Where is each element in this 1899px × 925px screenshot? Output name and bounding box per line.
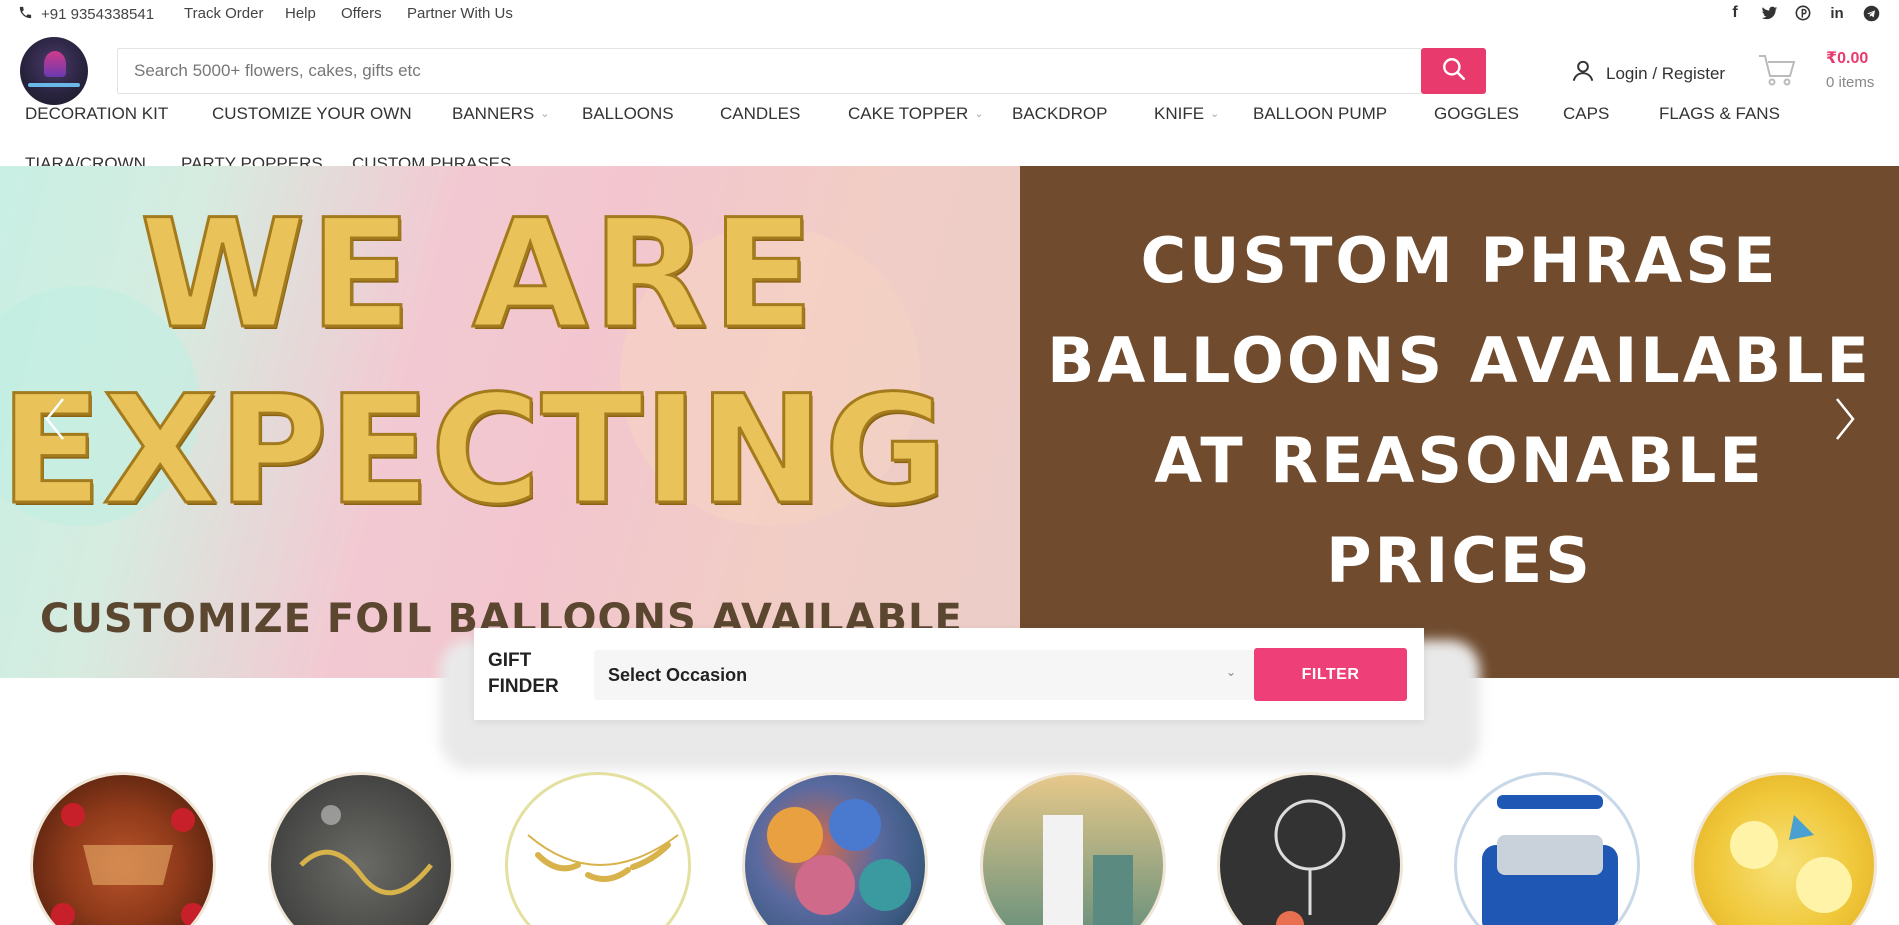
twitter-icon[interactable] [1759,3,1779,23]
login-label: Login / Register [1606,63,1726,83]
category-circle-backdrop[interactable] [1217,772,1403,925]
hero-right-line4: PRICES [1326,524,1593,597]
gift-finder: GIFT FINDER Select Occasion ⌄ FILTER [474,628,1424,720]
nav-item-backdrop[interactable]: BACKDROP [1012,104,1107,124]
hero-right-line1: CUSTOM PHRASE [1140,224,1779,297]
filter-button[interactable]: FILTER [1254,648,1407,701]
slider-next-button[interactable] [1830,396,1860,446]
hero-right-line2: BALLOONS AVAILABLE [1047,324,1872,397]
phone-contact[interactable]: +91 9354338541 [18,5,154,24]
search-bar [117,48,1422,94]
login-register-link[interactable]: Login / Register [1570,58,1725,89]
telegram-icon[interactable] [1861,3,1881,23]
top-bar: +91 9354338541 Track Order Help Offers P… [0,0,1899,28]
chevron-down-icon: ⌄ [1225,665,1236,679]
hero-slider: WE ARE EXPECTING CUSTOMIZE FOIL BALLOONS… [0,166,1899,678]
search-button[interactable] [1421,48,1486,94]
nav-item-balloons[interactable]: BALLOONS [582,104,674,124]
cart-icon [1757,55,1797,92]
hero-right-line3: AT REASONABLE [1154,424,1765,497]
chevron-down-icon: ⌄ [540,108,550,120]
nav-item-cake-topper[interactable]: CAKE TOPPER ⌄ [848,104,984,124]
slider-prev-button[interactable] [40,396,70,446]
nav-item-decoration-kit[interactable]: DECORATION KIT [25,104,168,124]
gift-finder-label: GIFT FINDER [488,650,559,697]
cart-total[interactable]: ₹0.00 [1826,48,1868,68]
occasion-select[interactable]: Select Occasion ⌄ [594,650,1254,700]
track-order-link[interactable]: Track Order [184,5,263,22]
category-circle-knife[interactable] [1454,772,1640,925]
category-circle-balloon-pump[interactable] [1691,772,1877,925]
user-icon [1570,58,1596,89]
linkedin-icon[interactable]: in [1827,3,1847,23]
cart-count: 0 items [1826,74,1875,91]
nav-item-balloon-pump[interactable]: BALLOON PUMP [1253,104,1387,124]
category-circle-decoration[interactable] [30,772,216,925]
site-logo[interactable] [20,37,88,105]
hero-left-line2: EXPECTING [0,363,949,540]
pinterest-icon[interactable] [1793,3,1813,23]
nav-item-caps[interactable]: CAPS [1563,104,1609,124]
phone-icon [18,5,33,24]
nav-item-customize-your-own[interactable]: CUSTOMIZE YOUR OWN [212,104,412,124]
chevron-left-icon [45,397,65,446]
nav-item-banners[interactable]: BANNERS ⌄ [452,104,549,124]
category-circle-cake-topper[interactable] [980,772,1166,925]
category-circle-candles[interactable] [742,772,928,925]
hero-left-line1: WE ARE [138,187,819,364]
chevron-down-icon: ⌄ [974,108,984,120]
search-input[interactable] [118,49,1421,93]
hero-banner-left[interactable]: WE ARE EXPECTING CUSTOMIZE FOIL BALLOONS… [0,166,1020,678]
hero-banner-right[interactable]: CUSTOM PHRASE BALLOONS AVAILABLE AT REAS… [1020,166,1899,678]
partner-link[interactable]: Partner With Us [407,5,513,22]
nav-item-flags-fans[interactable]: FLAGS & FANS [1659,104,1780,124]
search-icon [1441,56,1467,87]
social-links: f in [1725,3,1881,23]
chevron-down-icon: ⌄ [1210,108,1220,120]
phone-number: +91 9354338541 [41,6,155,23]
facebook-icon[interactable]: f [1725,3,1745,23]
occasion-select-value: Select Occasion [608,664,748,685]
cart-button[interactable] [1757,52,1797,88]
category-circle-balloons[interactable] [505,772,691,925]
chevron-right-icon [1835,397,1855,446]
nav-item-goggles[interactable]: GOGGLES [1434,104,1519,124]
offers-link[interactable]: Offers [341,5,382,22]
nav-item-candles[interactable]: CANDLES [720,104,800,124]
nav-item-knife[interactable]: KNIFE ⌄ [1154,104,1219,124]
help-link[interactable]: Help [285,5,316,22]
category-circle-banners[interactable] [268,772,454,925]
